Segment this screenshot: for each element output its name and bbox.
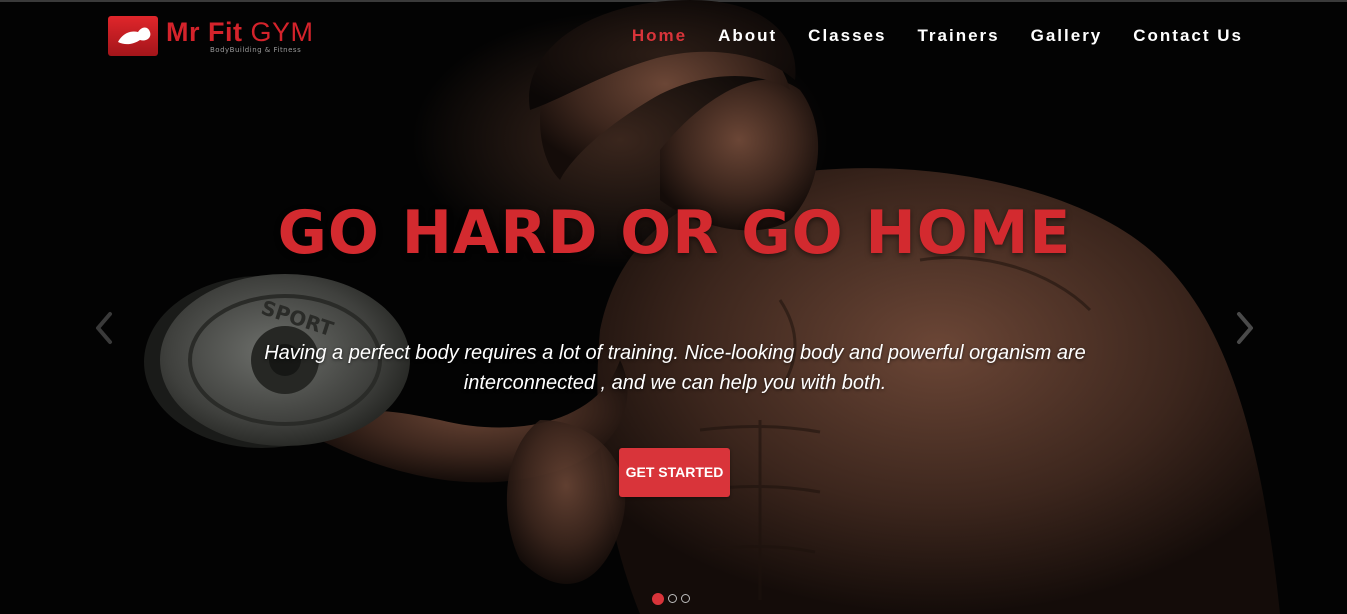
logo-title: Mr Fit GYM: [166, 16, 314, 48]
hero-headline: GO HARD OR GO HOME: [277, 198, 1072, 268]
logo-name-part1: Mr Fit: [166, 17, 243, 47]
flexed-arm-icon: [108, 16, 158, 56]
nav-item-about[interactable]: About: [718, 24, 777, 48]
logo-name-part2: GYM: [250, 17, 314, 47]
carousel-indicator-2[interactable]: [668, 594, 677, 603]
hero-subtext: Having a perfect body requires a lot of …: [264, 342, 1086, 394]
carousel-indicators: [652, 593, 690, 605]
carousel-indicator-1[interactable]: [652, 593, 664, 605]
chevron-right-icon: [1237, 312, 1253, 344]
carousel-next-button[interactable]: [1233, 308, 1257, 348]
main-nav: Home About Classes Trainers Gallery Cont…: [632, 24, 1243, 48]
nav-item-trainers[interactable]: Trainers: [917, 24, 999, 48]
nav-item-gallery[interactable]: Gallery: [1031, 24, 1103, 48]
get-started-button[interactable]: GET STARTED: [619, 448, 730, 497]
carousel-indicator-3[interactable]: [681, 594, 690, 603]
site-logo[interactable]: Mr Fit GYM BodyBuilding & Fitness: [108, 16, 358, 58]
carousel-prev-button[interactable]: [92, 308, 116, 348]
nav-item-home[interactable]: Home: [632, 24, 687, 48]
chevron-left-icon: [96, 312, 112, 344]
athlete-background-image: SPORT: [144, 0, 1280, 614]
nav-item-contact-us[interactable]: Contact Us: [1133, 24, 1243, 48]
nav-item-classes[interactable]: Classes: [808, 24, 886, 48]
hero-slider: SPORT Mr Fit GYM BodyBuilding & Fitness …: [0, 0, 1347, 614]
logo-tagline: BodyBuilding & Fitness: [210, 46, 302, 54]
